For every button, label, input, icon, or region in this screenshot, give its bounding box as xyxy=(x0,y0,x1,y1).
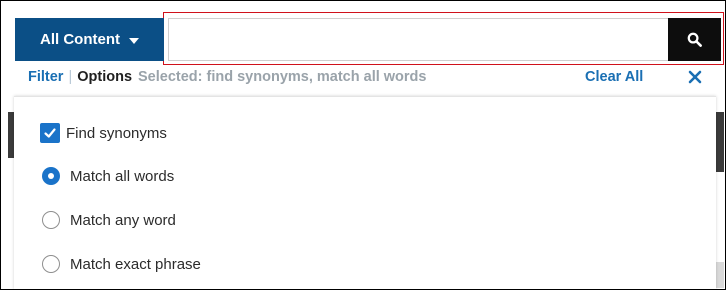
selected-options-summary: Selected: find synonyms, match all words xyxy=(138,69,427,85)
match-any-word-label: Match any word xyxy=(70,211,176,229)
match-any-word-radio[interactable] xyxy=(42,211,60,229)
clear-all-link[interactable]: Clear All xyxy=(585,69,643,85)
radio-option-match-all[interactable]: Match all words xyxy=(42,167,174,185)
radio-option-match-exact[interactable]: Match exact phrase xyxy=(42,255,201,273)
match-exact-phrase-radio[interactable] xyxy=(42,255,60,273)
search-button[interactable] xyxy=(668,18,721,61)
find-synonyms-checkbox-row[interactable]: Find synonyms xyxy=(40,123,167,143)
filter-link[interactable]: Filter xyxy=(28,69,63,85)
match-exact-phrase-label: Match exact phrase xyxy=(70,255,201,273)
search-input[interactable] xyxy=(168,18,668,61)
separator: | xyxy=(68,69,73,85)
radio-option-match-any[interactable]: Match any word xyxy=(42,211,176,229)
search-icon xyxy=(687,32,702,47)
options-panel: Find synonyms Match all words Match any … xyxy=(14,96,716,289)
options-link[interactable]: Options xyxy=(77,69,132,85)
find-synonyms-checkbox[interactable] xyxy=(40,123,60,143)
background-scrollbar-area xyxy=(716,262,724,288)
content-scope-dropdown[interactable]: All Content xyxy=(15,18,164,61)
match-all-words-radio[interactable] xyxy=(42,167,60,185)
checkmark-icon xyxy=(44,128,56,138)
search-options-bar: Filter | Options Selected: find synonyms… xyxy=(14,62,716,92)
close-icon[interactable] xyxy=(688,70,702,84)
find-synonyms-label: Find synonyms xyxy=(66,124,167,142)
background-page-edge-right xyxy=(716,112,724,172)
content-scope-label: All Content xyxy=(40,31,120,48)
match-all-words-label: Match all words xyxy=(70,167,175,185)
caret-down-icon xyxy=(129,37,139,44)
